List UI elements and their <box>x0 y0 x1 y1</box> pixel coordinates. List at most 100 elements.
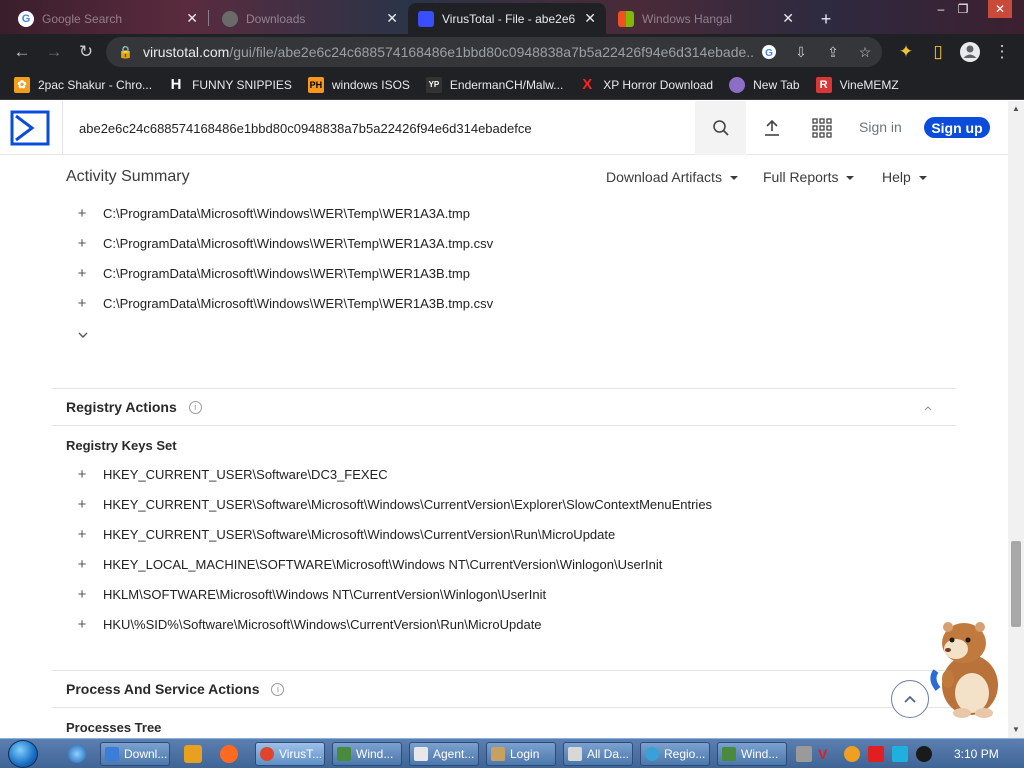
tab-virustotal[interactable]: VirusTotal - File - abe2e6 ✕ <box>408 3 606 34</box>
bookmark-endermanch[interactable]: YP EndermanCH/Malw... <box>425 76 563 93</box>
tray-v-icon[interactable]: V <box>818 746 834 762</box>
taskbar-item-windows-1[interactable]: Wind... <box>332 742 402 766</box>
expand-plus-icon[interactable]: + <box>76 616 88 633</box>
virustotal-logo-icon[interactable] <box>10 110 50 146</box>
divider <box>52 425 956 426</box>
tray-display-icon[interactable] <box>892 746 908 762</box>
taskbar-item-windows-2[interactable]: Wind... <box>717 742 787 766</box>
download-artifacts-dropdown[interactable]: Download Artifacts <box>606 169 738 185</box>
file-row[interactable]: + C:\ProgramData\Microsoft\Windows\WER\Te… <box>76 261 470 285</box>
search-input[interactable]: abe2e6c24c688574168486e1bbd80c0948838a7b… <box>79 121 532 136</box>
tray-app-icon[interactable] <box>796 746 812 762</box>
tab-label: Downloads <box>246 11 306 26</box>
google-icon: G <box>18 10 34 27</box>
window-icon <box>722 747 736 761</box>
process-actions-title[interactable]: Process And Service Actions i <box>66 681 285 697</box>
close-tab-icon[interactable]: ✕ <box>186 10 198 27</box>
full-reports-dropdown[interactable]: Full Reports <box>763 169 855 185</box>
window-maximize-button[interactable]: ❐ <box>952 0 974 18</box>
internet-explorer-icon[interactable] <box>68 745 86 763</box>
yp-icon: YP <box>425 76 442 93</box>
registry-row[interactable]: + HKLM\SOFTWARE\Microsoft\Windows NT\Curr… <box>76 582 546 606</box>
taskbar-item-agent[interactable]: Agent... <box>409 742 479 766</box>
close-tab-icon[interactable]: ✕ <box>386 10 398 27</box>
forward-arrow-icon[interactable]: → <box>42 40 66 64</box>
window-close-button[interactable]: ✕ <box>988 0 1012 18</box>
taskbar-item-chrome[interactable]: VirusT... <box>255 742 325 766</box>
scroll-down-arrow-icon[interactable]: ▼ <box>1012 725 1020 734</box>
extensions-puzzle-icon[interactable]: ✦ <box>894 40 918 64</box>
expand-plus-icon[interactable]: + <box>76 466 88 483</box>
bookmark-2pac[interactable]: ✿ 2pac Shakur - Chro... <box>14 76 152 93</box>
expand-plus-icon[interactable]: + <box>76 556 88 573</box>
search-button[interactable] <box>695 101 746 155</box>
sign-up-button[interactable]: Sign up <box>924 117 990 138</box>
expand-plus-icon[interactable]: + <box>76 295 88 312</box>
app-icon[interactable] <box>220 745 238 763</box>
tab-windows[interactable]: Windows Hangal ✕ <box>608 3 804 34</box>
bookmark-windows-isos[interactable]: PH windows ISOS <box>307 76 410 93</box>
expand-plus-icon[interactable]: + <box>76 235 88 252</box>
expand-plus-icon[interactable]: + <box>76 526 88 543</box>
reload-icon[interactable]: ↻ <box>74 40 98 64</box>
star-icon[interactable]: ☆ <box>854 41 876 63</box>
registry-row[interactable]: + HKEY_LOCAL_MACHINE\SOFTWARE\Microsoft\W… <box>76 552 663 576</box>
taskbar-item-region[interactable]: Regio... <box>640 742 710 766</box>
registry-actions-title[interactable]: Registry Actions i <box>66 399 202 415</box>
registry-key: HKEY_CURRENT_USER\Software\DC3_FEXEC <box>103 466 388 482</box>
tupac-icon: ✿ <box>14 76 30 93</box>
back-arrow-icon[interactable]: ← <box>10 40 34 64</box>
tray-volume-icon[interactable] <box>916 746 932 762</box>
file-row[interactable]: + C:\ProgramData\Microsoft\Windows\WER\Te… <box>76 231 493 255</box>
scroll-to-top-button[interactable] <box>891 680 929 718</box>
search-box[interactable]: abe2e6c24c688574168486e1bbd80c0948838a7b… <box>62 101 746 155</box>
scroll-up-arrow-icon[interactable]: ▲ <box>1012 104 1020 113</box>
collapse-chevron-icon[interactable] <box>924 405 932 411</box>
file-row[interactable]: + C:\ProgramData\Microsoft\Windows\WER\Te… <box>76 291 493 315</box>
sign-in-link[interactable]: Sign in <box>859 119 902 135</box>
taskbar-item-login[interactable]: Login <box>486 742 556 766</box>
page-scrollbar[interactable]: ▲ ▼ <box>1008 101 1024 738</box>
start-button[interactable] <box>8 740 38 768</box>
address-bar[interactable]: 🔒 virustotal.com/gui/file/abe2e6c24c6885… <box>106 37 882 67</box>
tab-google-search[interactable]: G Google Search ✕ <box>8 3 208 34</box>
scrollbar-thumb[interactable] <box>1011 541 1021 627</box>
expand-plus-icon[interactable]: + <box>76 205 88 222</box>
profile-avatar-icon[interactable] <box>958 40 982 64</box>
expand-plus-icon[interactable]: + <box>76 496 88 513</box>
tab-downloads[interactable]: Downloads ✕ <box>212 3 408 34</box>
show-more-chevron-icon[interactable] <box>78 331 88 339</box>
info-icon[interactable]: i <box>188 400 202 414</box>
info-icon[interactable]: i <box>271 682 285 696</box>
new-tab-button[interactable]: + <box>812 4 840 34</box>
google-lens-icon[interactable]: G <box>758 41 780 63</box>
url-text[interactable]: virustotal.com/gui/file/abe2e6c24c688574… <box>143 44 755 60</box>
registry-row[interactable]: + HKEY_CURRENT_USER\Software\Microsoft\Wi… <box>76 492 712 516</box>
help-dropdown[interactable]: Help <box>882 169 927 185</box>
expand-plus-icon[interactable]: + <box>76 586 88 603</box>
share-icon[interactable]: ⇪ <box>822 41 844 63</box>
registry-row[interactable]: + HKEY_CURRENT_USER\Software\Microsoft\Wi… <box>76 522 616 546</box>
install-app-icon[interactable]: ⇩ <box>790 41 812 63</box>
registry-row[interactable]: + HKU\%SID%\Software\Microsoft\Windows\Cu… <box>76 612 542 636</box>
registry-row[interactable]: + HKEY_CURRENT_USER\Software\DC3_FEXEC <box>76 462 388 486</box>
bookmark-funny-snippies[interactable]: H FUNNY SNIPPIES <box>168 76 292 93</box>
close-tab-icon[interactable]: ✕ <box>584 10 596 27</box>
taskbar-item-downloads[interactable]: Downl... <box>100 742 170 766</box>
expand-plus-icon[interactable]: + <box>76 265 88 282</box>
bookmark-vinememz[interactable]: R VineMEMZ <box>815 76 899 93</box>
tray-flag-icon[interactable] <box>868 746 884 762</box>
side-panel-icon[interactable]: ▯ <box>926 40 950 64</box>
bookmark-xp-horror[interactable]: X XP Horror Download <box>579 76 713 93</box>
upload-icon[interactable] <box>760 116 784 140</box>
hamster-desktop-pet-image[interactable] <box>928 613 1008 719</box>
bookmark-new-tab[interactable]: New Tab <box>729 76 800 93</box>
taskbar-item-all-data[interactable]: All Da... <box>563 742 633 766</box>
file-row[interactable]: + C:\ProgramData\Microsoft\Windows\WER\Te… <box>76 201 470 225</box>
apps-grid-icon[interactable] <box>810 116 834 140</box>
tray-search-icon[interactable] <box>844 746 860 762</box>
close-tab-icon[interactable]: ✕ <box>782 10 794 27</box>
kebab-menu-icon[interactable]: ⋮ <box>990 40 1014 64</box>
window-minimize-button[interactable]: – <box>930 0 952 18</box>
media-player-icon[interactable] <box>184 745 202 763</box>
